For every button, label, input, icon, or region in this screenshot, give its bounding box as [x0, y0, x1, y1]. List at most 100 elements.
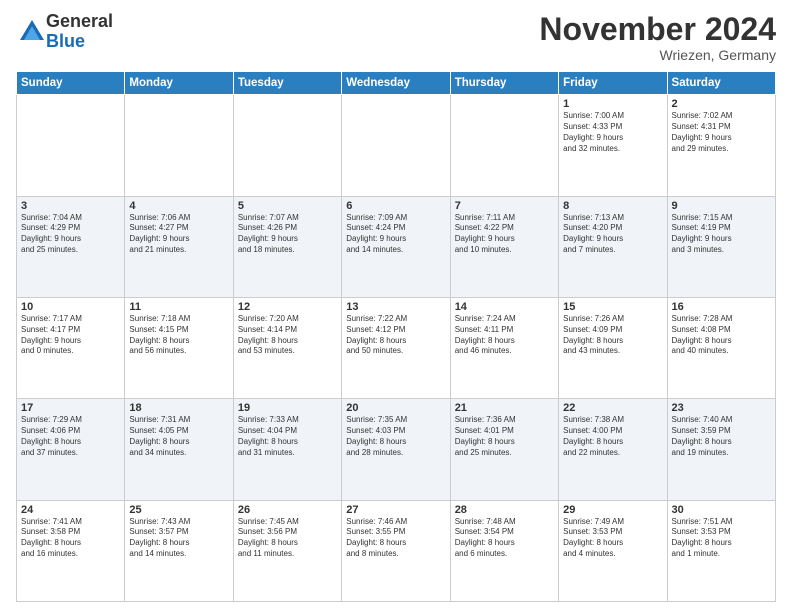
page: General Blue November 2024 Wriezen, Germ…	[0, 0, 792, 612]
calendar-cell: 11Sunrise: 7:18 AM Sunset: 4:15 PM Dayli…	[125, 297, 233, 398]
day-number: 10	[21, 301, 120, 313]
calendar-cell: 5Sunrise: 7:07 AM Sunset: 4:26 PM Daylig…	[233, 196, 341, 297]
day-info: Sunrise: 7:51 AM Sunset: 3:53 PM Dayligh…	[672, 517, 771, 560]
day-info: Sunrise: 7:13 AM Sunset: 4:20 PM Dayligh…	[563, 213, 662, 256]
day-info: Sunrise: 7:40 AM Sunset: 3:59 PM Dayligh…	[672, 415, 771, 458]
logo-text: General Blue	[46, 12, 113, 52]
calendar-header-row: Sunday Monday Tuesday Wednesday Thursday…	[17, 72, 776, 95]
day-number: 28	[455, 504, 554, 516]
day-info: Sunrise: 7:48 AM Sunset: 3:54 PM Dayligh…	[455, 517, 554, 560]
col-wednesday: Wednesday	[342, 72, 450, 95]
calendar-cell: 22Sunrise: 7:38 AM Sunset: 4:00 PM Dayli…	[559, 399, 667, 500]
day-number: 22	[563, 402, 662, 414]
col-sunday: Sunday	[17, 72, 125, 95]
calendar-week-2: 10Sunrise: 7:17 AM Sunset: 4:17 PM Dayli…	[17, 297, 776, 398]
day-info: Sunrise: 7:04 AM Sunset: 4:29 PM Dayligh…	[21, 213, 120, 256]
header: General Blue November 2024 Wriezen, Germ…	[16, 12, 776, 63]
col-tuesday: Tuesday	[233, 72, 341, 95]
calendar-cell: 29Sunrise: 7:49 AM Sunset: 3:53 PM Dayli…	[559, 500, 667, 601]
calendar-cell: 8Sunrise: 7:13 AM Sunset: 4:20 PM Daylig…	[559, 196, 667, 297]
calendar: Sunday Monday Tuesday Wednesday Thursday…	[16, 71, 776, 602]
day-number: 29	[563, 504, 662, 516]
day-info: Sunrise: 7:29 AM Sunset: 4:06 PM Dayligh…	[21, 415, 120, 458]
day-info: Sunrise: 7:00 AM Sunset: 4:33 PM Dayligh…	[563, 111, 662, 154]
col-monday: Monday	[125, 72, 233, 95]
day-info: Sunrise: 7:15 AM Sunset: 4:19 PM Dayligh…	[672, 213, 771, 256]
calendar-cell: 28Sunrise: 7:48 AM Sunset: 3:54 PM Dayli…	[450, 500, 558, 601]
day-number: 12	[238, 301, 337, 313]
day-number: 24	[21, 504, 120, 516]
day-number: 23	[672, 402, 771, 414]
day-info: Sunrise: 7:36 AM Sunset: 4:01 PM Dayligh…	[455, 415, 554, 458]
day-number: 19	[238, 402, 337, 414]
day-info: Sunrise: 7:20 AM Sunset: 4:14 PM Dayligh…	[238, 314, 337, 357]
day-number: 16	[672, 301, 771, 313]
day-number: 3	[21, 200, 120, 212]
day-info: Sunrise: 7:45 AM Sunset: 3:56 PM Dayligh…	[238, 517, 337, 560]
calendar-cell: 19Sunrise: 7:33 AM Sunset: 4:04 PM Dayli…	[233, 399, 341, 500]
day-number: 25	[129, 504, 228, 516]
day-info: Sunrise: 7:11 AM Sunset: 4:22 PM Dayligh…	[455, 213, 554, 256]
day-info: Sunrise: 7:49 AM Sunset: 3:53 PM Dayligh…	[563, 517, 662, 560]
calendar-cell: 9Sunrise: 7:15 AM Sunset: 4:19 PM Daylig…	[667, 196, 775, 297]
day-number: 17	[21, 402, 120, 414]
calendar-cell: 2Sunrise: 7:02 AM Sunset: 4:31 PM Daylig…	[667, 95, 775, 196]
day-number: 21	[455, 402, 554, 414]
day-number: 9	[672, 200, 771, 212]
calendar-cell: 23Sunrise: 7:40 AM Sunset: 3:59 PM Dayli…	[667, 399, 775, 500]
calendar-cell: 26Sunrise: 7:45 AM Sunset: 3:56 PM Dayli…	[233, 500, 341, 601]
calendar-cell: 17Sunrise: 7:29 AM Sunset: 4:06 PM Dayli…	[17, 399, 125, 500]
day-number: 14	[455, 301, 554, 313]
day-number: 13	[346, 301, 445, 313]
title-block: November 2024 Wriezen, Germany	[539, 12, 776, 63]
calendar-cell: 7Sunrise: 7:11 AM Sunset: 4:22 PM Daylig…	[450, 196, 558, 297]
calendar-cell: 1Sunrise: 7:00 AM Sunset: 4:33 PM Daylig…	[559, 95, 667, 196]
day-number: 18	[129, 402, 228, 414]
day-info: Sunrise: 7:07 AM Sunset: 4:26 PM Dayligh…	[238, 213, 337, 256]
day-info: Sunrise: 7:28 AM Sunset: 4:08 PM Dayligh…	[672, 314, 771, 357]
day-info: Sunrise: 7:18 AM Sunset: 4:15 PM Dayligh…	[129, 314, 228, 357]
calendar-cell: 6Sunrise: 7:09 AM Sunset: 4:24 PM Daylig…	[342, 196, 450, 297]
logo: General Blue	[16, 12, 113, 52]
calendar-cell: 21Sunrise: 7:36 AM Sunset: 4:01 PM Dayli…	[450, 399, 558, 500]
location: Wriezen, Germany	[539, 47, 776, 63]
calendar-cell: 24Sunrise: 7:41 AM Sunset: 3:58 PM Dayli…	[17, 500, 125, 601]
day-info: Sunrise: 7:46 AM Sunset: 3:55 PM Dayligh…	[346, 517, 445, 560]
calendar-cell	[450, 95, 558, 196]
day-info: Sunrise: 7:02 AM Sunset: 4:31 PM Dayligh…	[672, 111, 771, 154]
col-friday: Friday	[559, 72, 667, 95]
calendar-cell	[233, 95, 341, 196]
calendar-cell: 10Sunrise: 7:17 AM Sunset: 4:17 PM Dayli…	[17, 297, 125, 398]
logo-blue: Blue	[46, 32, 113, 52]
calendar-cell: 20Sunrise: 7:35 AM Sunset: 4:03 PM Dayli…	[342, 399, 450, 500]
day-info: Sunrise: 7:06 AM Sunset: 4:27 PM Dayligh…	[129, 213, 228, 256]
calendar-cell: 27Sunrise: 7:46 AM Sunset: 3:55 PM Dayli…	[342, 500, 450, 601]
col-thursday: Thursday	[450, 72, 558, 95]
calendar-cell: 4Sunrise: 7:06 AM Sunset: 4:27 PM Daylig…	[125, 196, 233, 297]
day-info: Sunrise: 7:26 AM Sunset: 4:09 PM Dayligh…	[563, 314, 662, 357]
day-number: 5	[238, 200, 337, 212]
day-info: Sunrise: 7:22 AM Sunset: 4:12 PM Dayligh…	[346, 314, 445, 357]
calendar-cell: 16Sunrise: 7:28 AM Sunset: 4:08 PM Dayli…	[667, 297, 775, 398]
day-number: 11	[129, 301, 228, 313]
day-info: Sunrise: 7:43 AM Sunset: 3:57 PM Dayligh…	[129, 517, 228, 560]
calendar-week-3: 17Sunrise: 7:29 AM Sunset: 4:06 PM Dayli…	[17, 399, 776, 500]
logo-icon	[18, 18, 46, 46]
calendar-cell	[17, 95, 125, 196]
calendar-cell: 13Sunrise: 7:22 AM Sunset: 4:12 PM Dayli…	[342, 297, 450, 398]
day-info: Sunrise: 7:31 AM Sunset: 4:05 PM Dayligh…	[129, 415, 228, 458]
day-number: 1	[563, 98, 662, 110]
day-info: Sunrise: 7:38 AM Sunset: 4:00 PM Dayligh…	[563, 415, 662, 458]
day-number: 7	[455, 200, 554, 212]
calendar-cell: 14Sunrise: 7:24 AM Sunset: 4:11 PM Dayli…	[450, 297, 558, 398]
day-info: Sunrise: 7:33 AM Sunset: 4:04 PM Dayligh…	[238, 415, 337, 458]
calendar-week-0: 1Sunrise: 7:00 AM Sunset: 4:33 PM Daylig…	[17, 95, 776, 196]
calendar-cell	[342, 95, 450, 196]
calendar-cell: 15Sunrise: 7:26 AM Sunset: 4:09 PM Dayli…	[559, 297, 667, 398]
day-number: 15	[563, 301, 662, 313]
day-number: 4	[129, 200, 228, 212]
day-info: Sunrise: 7:17 AM Sunset: 4:17 PM Dayligh…	[21, 314, 120, 357]
calendar-cell: 18Sunrise: 7:31 AM Sunset: 4:05 PM Dayli…	[125, 399, 233, 500]
month-title: November 2024	[539, 12, 776, 47]
day-number: 20	[346, 402, 445, 414]
